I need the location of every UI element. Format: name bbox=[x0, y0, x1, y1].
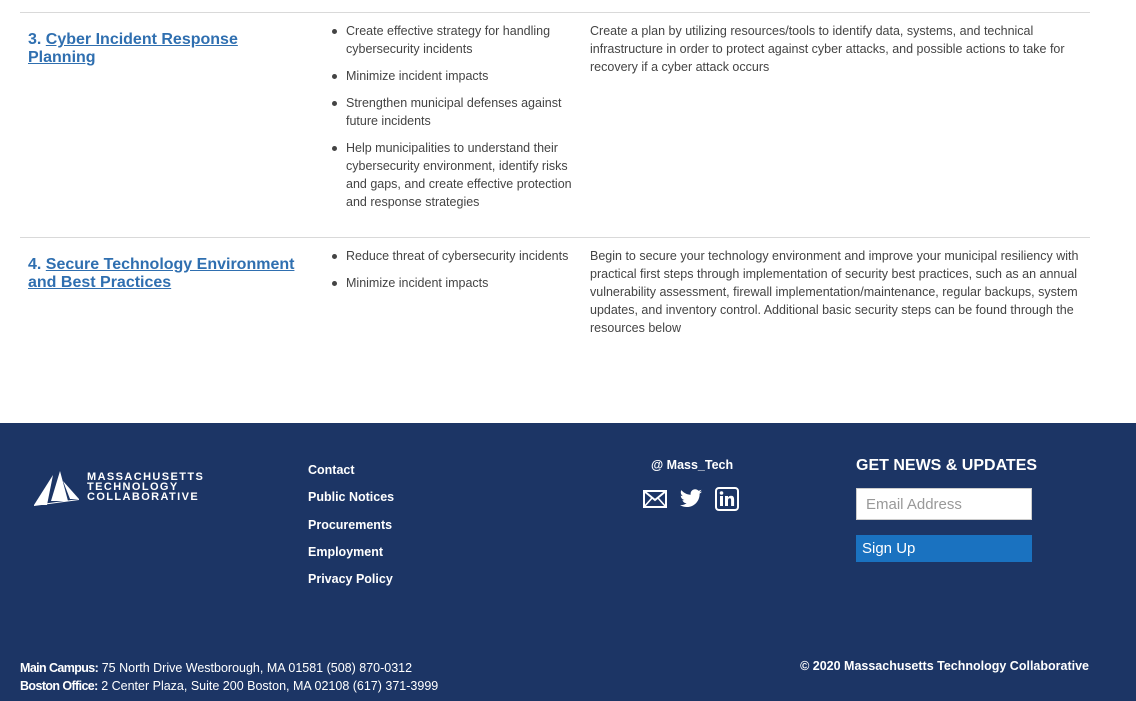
signup-button[interactable]: Sign Up bbox=[856, 535, 1032, 562]
footer-link-contact[interactable]: Contact bbox=[308, 462, 394, 478]
boston-office-address: Boston Office: 2 Center Plaza, Suite 200… bbox=[20, 677, 438, 695]
news-heading: GET NEWS & UPDATES bbox=[856, 457, 1038, 474]
main-campus-label: Main Campus: bbox=[20, 661, 99, 675]
main-campus-text: 75 North Drive Westborough, MA 01581 (50… bbox=[98, 661, 413, 675]
footer-link-procurements[interactable]: Procurements bbox=[308, 517, 394, 533]
twitter-icon[interactable] bbox=[679, 489, 703, 514]
list-item: Create effective strategy for handling c… bbox=[330, 22, 580, 58]
row-title: 3. Cyber Incident Response Planning bbox=[28, 31, 303, 67]
linkedin-icon[interactable] bbox=[715, 487, 739, 516]
row-number: 3. bbox=[28, 31, 42, 48]
office-addresses: Main Campus: 75 North Drive Westborough,… bbox=[20, 659, 438, 695]
goals-list: Reduce threat of cybersecurity incidents… bbox=[330, 247, 580, 301]
footer-link-public-notices[interactable]: Public Notices bbox=[308, 489, 394, 505]
copyright-notice: © 2020 Massachusetts Technology Collabor… bbox=[800, 659, 1089, 673]
list-item: Strengthen municipal defenses against fu… bbox=[330, 94, 580, 130]
list-item: Minimize incident impacts bbox=[330, 274, 580, 292]
footer-links: Contact Public Notices Procurements Empl… bbox=[308, 462, 394, 598]
main-campus-address: Main Campus: 75 North Drive Westborough,… bbox=[20, 659, 438, 677]
site-footer: MASSACHUSETTS TECHNOLOGY COLLABORATIVE C… bbox=[0, 423, 1136, 701]
boston-office-text: 2 Center Plaza, Suite 200 Boston, MA 021… bbox=[97, 679, 439, 693]
row-title-link[interactable]: Cyber Incident Response Planning bbox=[28, 31, 238, 66]
social-icons bbox=[643, 487, 739, 516]
row-number: 4. bbox=[28, 256, 42, 273]
row-title-link[interactable]: Secure Technology Environment and Best P… bbox=[28, 256, 294, 291]
goals-list: Create effective strategy for handling c… bbox=[330, 22, 580, 220]
row-description: Create a plan by utilizing resources/too… bbox=[590, 24, 1065, 74]
email-field[interactable] bbox=[856, 488, 1032, 520]
table-row: 3. Cyber Incident Response Planning Crea… bbox=[20, 12, 1090, 237]
main-content: 3. Cyber Incident Response Planning Crea… bbox=[0, 0, 1136, 423]
row-title: 4. Secure Technology Environment and Bes… bbox=[28, 256, 303, 292]
social-handle[interactable]: @ Mass_Tech bbox=[651, 458, 733, 472]
table-row: 4. Secure Technology Environment and Bes… bbox=[20, 237, 1090, 377]
mtc-logo[interactable]: MASSACHUSETTS TECHNOLOGY COLLABORATIVE bbox=[33, 469, 203, 509]
email-icon[interactable] bbox=[643, 490, 667, 513]
footer-link-privacy-policy[interactable]: Privacy Policy bbox=[308, 571, 394, 587]
footer-link-employment[interactable]: Employment bbox=[308, 544, 394, 560]
list-item: Minimize incident impacts bbox=[330, 67, 580, 85]
logo-text: MASSACHUSETTS TECHNOLOGY COLLABORATIVE bbox=[87, 471, 205, 503]
boston-office-label: Boston Office: bbox=[20, 679, 98, 693]
row-description: Begin to secure your technology environm… bbox=[590, 249, 1079, 335]
logo-mark-icon bbox=[34, 471, 79, 506]
list-item: Reduce threat of cybersecurity incidents bbox=[330, 247, 580, 265]
list-item: Help municipalities to understand their … bbox=[330, 139, 580, 211]
